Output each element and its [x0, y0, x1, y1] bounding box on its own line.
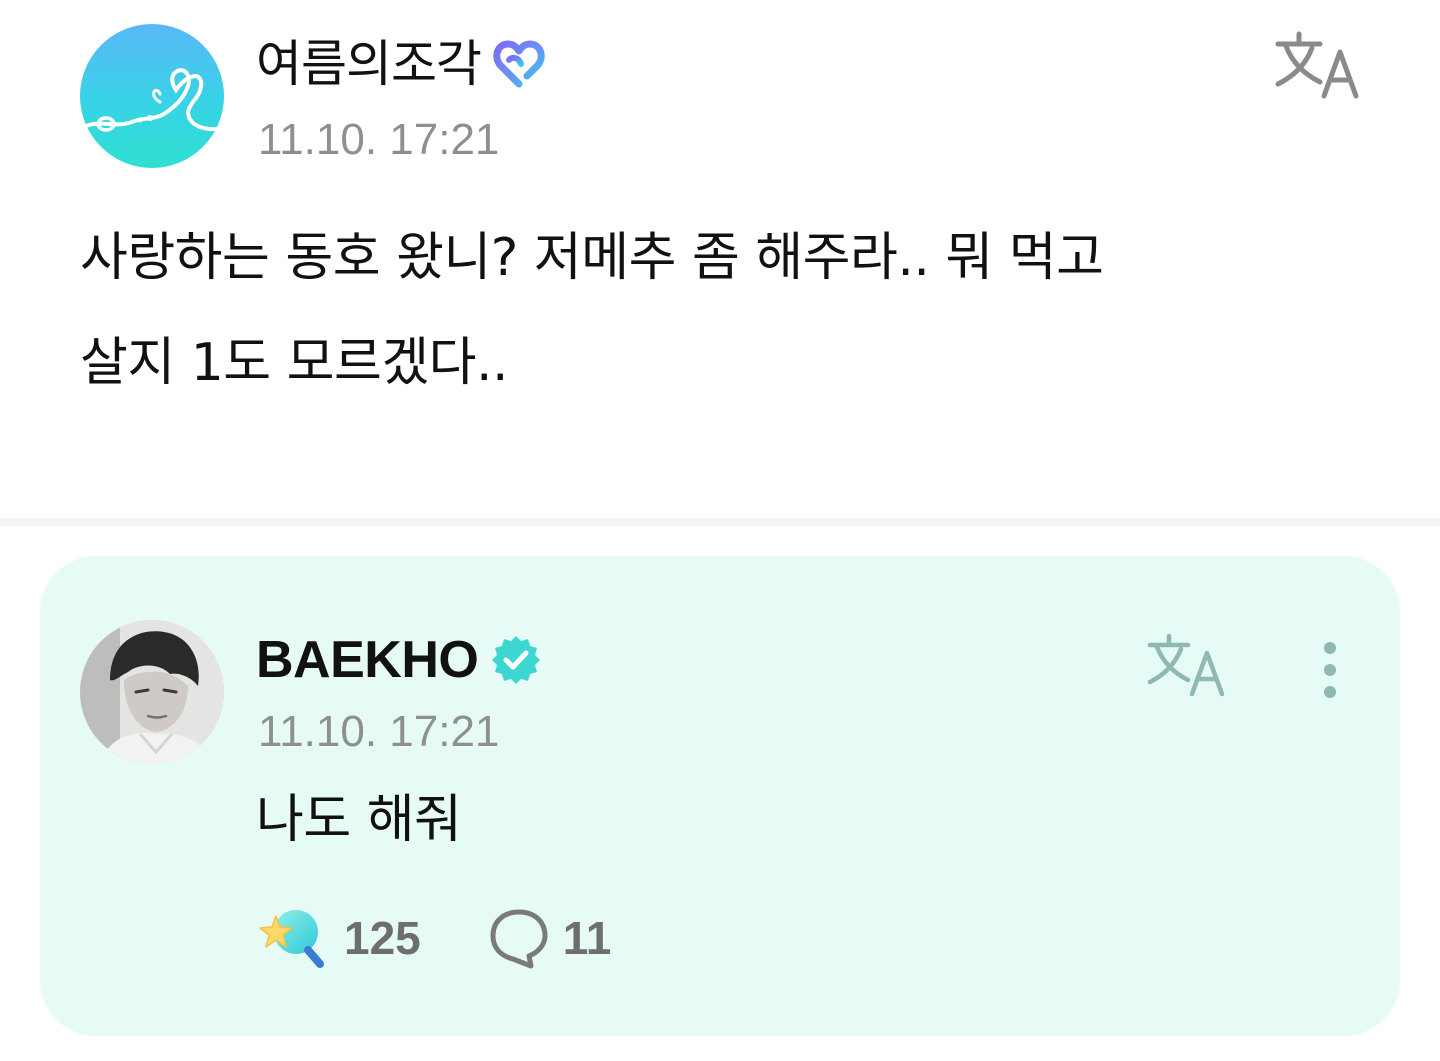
- fan-author-name[interactable]: 여름의조각: [256, 32, 482, 96]
- artist-reply-card: BAEKHO 11.10. 17:21 나도 해줘 125 11: [40, 556, 1400, 1036]
- verified-badge-icon: [490, 634, 542, 686]
- translate-button[interactable]: [1274, 30, 1364, 102]
- comment-count: 11: [562, 912, 612, 964]
- translate-icon: [1275, 31, 1359, 99]
- fan-post-text: 사랑하는 동호 왔니? 저메추 좀 해주라.. 뭐 먹고 살지 1도 모르겠다.…: [80, 228, 1104, 393]
- speech-bubble-icon: [490, 909, 548, 969]
- artist-photo-avatar-icon: [80, 620, 224, 764]
- reply-stats: 125 11: [256, 902, 611, 974]
- translate-button[interactable]: [1146, 632, 1230, 700]
- fan-avatar[interactable]: [80, 24, 224, 168]
- like-count: 125: [344, 912, 421, 964]
- translate-icon: [1147, 633, 1225, 697]
- section-divider: [0, 518, 1440, 526]
- artist-reply-timestamp: 11.10. 17:21: [258, 707, 500, 756]
- fan-heart-badge-icon: [491, 38, 547, 90]
- star-wand-like-icon: [259, 910, 324, 968]
- fan-author-row: 여름의조각: [256, 32, 547, 96]
- artist-author-name[interactable]: BAEKHO: [256, 628, 479, 692]
- more-vertical-icon: [1324, 642, 1336, 698]
- artist-avatar[interactable]: [80, 620, 224, 764]
- ribbon-heart-avatar-icon: [84, 68, 224, 132]
- fan-post: 여름의조각 11.10. 17:21 사랑하는 동호 왔니? 저메추 좀 해주라…: [0, 0, 1440, 518]
- artist-reply-text: 나도 해줘: [256, 790, 462, 850]
- like-button[interactable]: 125: [256, 902, 421, 974]
- comment-button[interactable]: 11: [487, 902, 612, 974]
- fan-post-timestamp: 11.10. 17:21: [258, 115, 500, 164]
- more-options-button[interactable]: [1306, 634, 1354, 706]
- artist-author-row: BAEKHO: [256, 628, 542, 692]
